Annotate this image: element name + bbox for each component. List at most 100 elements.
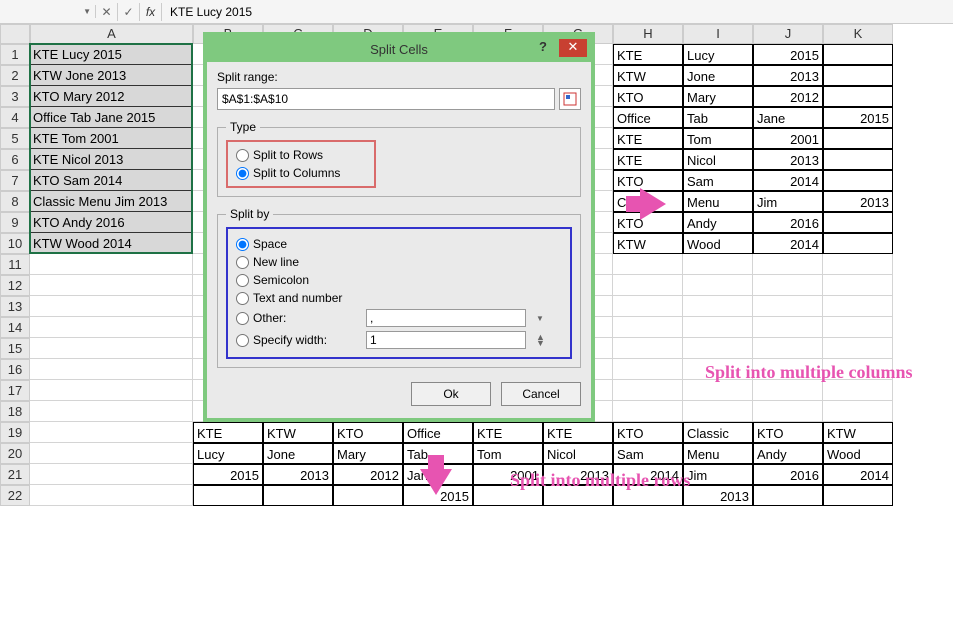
result-row-cell[interactable]: Nicol (543, 443, 613, 464)
result-col-cell[interactable]: Lucy (683, 44, 753, 65)
cell[interactable] (683, 401, 753, 422)
result-col-cell[interactable]: Mary (683, 86, 753, 107)
cell[interactable] (613, 296, 683, 317)
source-cell[interactable]: KTW Jone 2013 (30, 65, 193, 86)
ok-button[interactable]: Ok (411, 382, 491, 406)
splitby-semicolon-radio[interactable]: Semicolon (236, 271, 562, 289)
cancel-formula-icon[interactable]: ✕ (96, 3, 118, 21)
result-col-cell[interactable]: Tom (683, 128, 753, 149)
source-cell[interactable]: Office Tab Jane 2015 (30, 107, 193, 128)
cell[interactable] (823, 380, 893, 401)
row-header-12[interactable]: 12 (0, 275, 30, 296)
result-col-cell[interactable]: 2013 (753, 65, 823, 86)
result-col-cell[interactable]: 2013 (823, 191, 893, 212)
row-header-21[interactable]: 21 (0, 464, 30, 485)
result-row-cell[interactable]: Classic (683, 422, 753, 443)
cell[interactable] (30, 422, 193, 443)
result-col-cell[interactable]: Jone (683, 65, 753, 86)
result-row-cell[interactable]: Office (403, 422, 473, 443)
col-header-A[interactable]: A (30, 24, 193, 44)
source-cell[interactable]: KTO Mary 2012 (30, 86, 193, 107)
source-cell[interactable]: KTO Sam 2014 (30, 170, 193, 191)
result-col-cell[interactable]: Jim (753, 191, 823, 212)
result-row-cell[interactable]: Sam (613, 443, 683, 464)
result-col-cell[interactable]: Wood (683, 233, 753, 254)
cell[interactable] (30, 443, 193, 464)
row-header-5[interactable]: 5 (0, 128, 30, 149)
row-header-9[interactable]: 9 (0, 212, 30, 233)
cell[interactable] (753, 401, 823, 422)
result-row-cell[interactable]: KTO (333, 422, 403, 443)
cell[interactable] (753, 338, 823, 359)
result-row-cell[interactable] (263, 485, 333, 506)
row-header-14[interactable]: 14 (0, 317, 30, 338)
name-box[interactable]: ▼ (0, 5, 96, 18)
result-row-cell[interactable]: Menu (683, 443, 753, 464)
splitby-other-radio[interactable]: Other: (236, 309, 356, 327)
result-col-cell[interactable]: KTW (613, 65, 683, 86)
row-header-19[interactable]: 19 (0, 422, 30, 443)
range-picker-icon[interactable] (559, 88, 581, 110)
row-header-18[interactable]: 18 (0, 401, 30, 422)
result-col-cell[interactable]: Menu (683, 191, 753, 212)
result-col-cell[interactable] (823, 65, 893, 86)
result-col-cell[interactable]: Tab (683, 107, 753, 128)
source-cell[interactable]: KTE Lucy 2015 (30, 44, 193, 65)
cell[interactable] (613, 254, 683, 275)
result-row-cell[interactable]: 2013 (683, 485, 753, 506)
row-header-16[interactable]: 16 (0, 359, 30, 380)
row-header-22[interactable]: 22 (0, 485, 30, 506)
split-to-rows-radio[interactable]: Split to Rows (236, 146, 366, 164)
cell[interactable] (753, 254, 823, 275)
cell[interactable] (30, 275, 193, 296)
result-col-cell[interactable]: 2001 (753, 128, 823, 149)
result-col-cell[interactable] (823, 86, 893, 107)
result-col-cell[interactable] (823, 149, 893, 170)
result-row-cell[interactable] (193, 485, 263, 506)
cell[interactable] (30, 254, 193, 275)
result-row-cell[interactable]: Wood (823, 443, 893, 464)
result-row-cell[interactable]: 2012 (333, 464, 403, 485)
result-col-cell[interactable]: KTO (613, 86, 683, 107)
result-row-cell[interactable] (753, 485, 823, 506)
result-col-cell[interactable] (823, 44, 893, 65)
cell[interactable] (613, 317, 683, 338)
result-col-cell[interactable]: Andy (683, 212, 753, 233)
cell[interactable] (30, 401, 193, 422)
cell[interactable] (823, 317, 893, 338)
col-header-H[interactable]: H (613, 24, 683, 44)
result-row-cell[interactable]: Mary (333, 443, 403, 464)
help-button[interactable]: ? (533, 39, 553, 57)
result-row-cell[interactable]: 2016 (753, 464, 823, 485)
result-col-cell[interactable]: 2015 (823, 107, 893, 128)
cell[interactable] (30, 485, 193, 506)
result-col-cell[interactable]: Jane (753, 107, 823, 128)
result-col-cell[interactable]: Nicol (683, 149, 753, 170)
row-header-3[interactable]: 3 (0, 86, 30, 107)
col-header-J[interactable]: J (753, 24, 823, 44)
col-header-K[interactable]: K (823, 24, 893, 44)
width-input[interactable] (366, 331, 526, 349)
result-col-cell[interactable]: KTE (613, 149, 683, 170)
splitby-newline-radio[interactable]: New line (236, 253, 562, 271)
dialog-titlebar[interactable]: Split Cells ? ✕ (207, 36, 591, 62)
cell[interactable] (823, 254, 893, 275)
cell[interactable] (753, 380, 823, 401)
source-cell[interactable]: KTE Tom 2001 (30, 128, 193, 149)
cell[interactable] (683, 338, 753, 359)
cell[interactable] (30, 296, 193, 317)
result-row-cell[interactable]: 2015 (193, 464, 263, 485)
result-col-cell[interactable]: 2013 (753, 149, 823, 170)
result-row-cell[interactable]: KTO (613, 422, 683, 443)
result-col-cell[interactable]: Office (613, 107, 683, 128)
cell[interactable] (613, 401, 683, 422)
cell[interactable] (753, 275, 823, 296)
result-row-cell[interactable] (823, 485, 893, 506)
other-delimiter-input[interactable] (366, 309, 526, 327)
cell[interactable] (823, 275, 893, 296)
result-row-cell[interactable]: KTW (263, 422, 333, 443)
result-col-cell[interactable]: KTE (613, 128, 683, 149)
cell[interactable] (30, 359, 193, 380)
cancel-button[interactable]: Cancel (501, 382, 581, 406)
cell[interactable] (823, 401, 893, 422)
